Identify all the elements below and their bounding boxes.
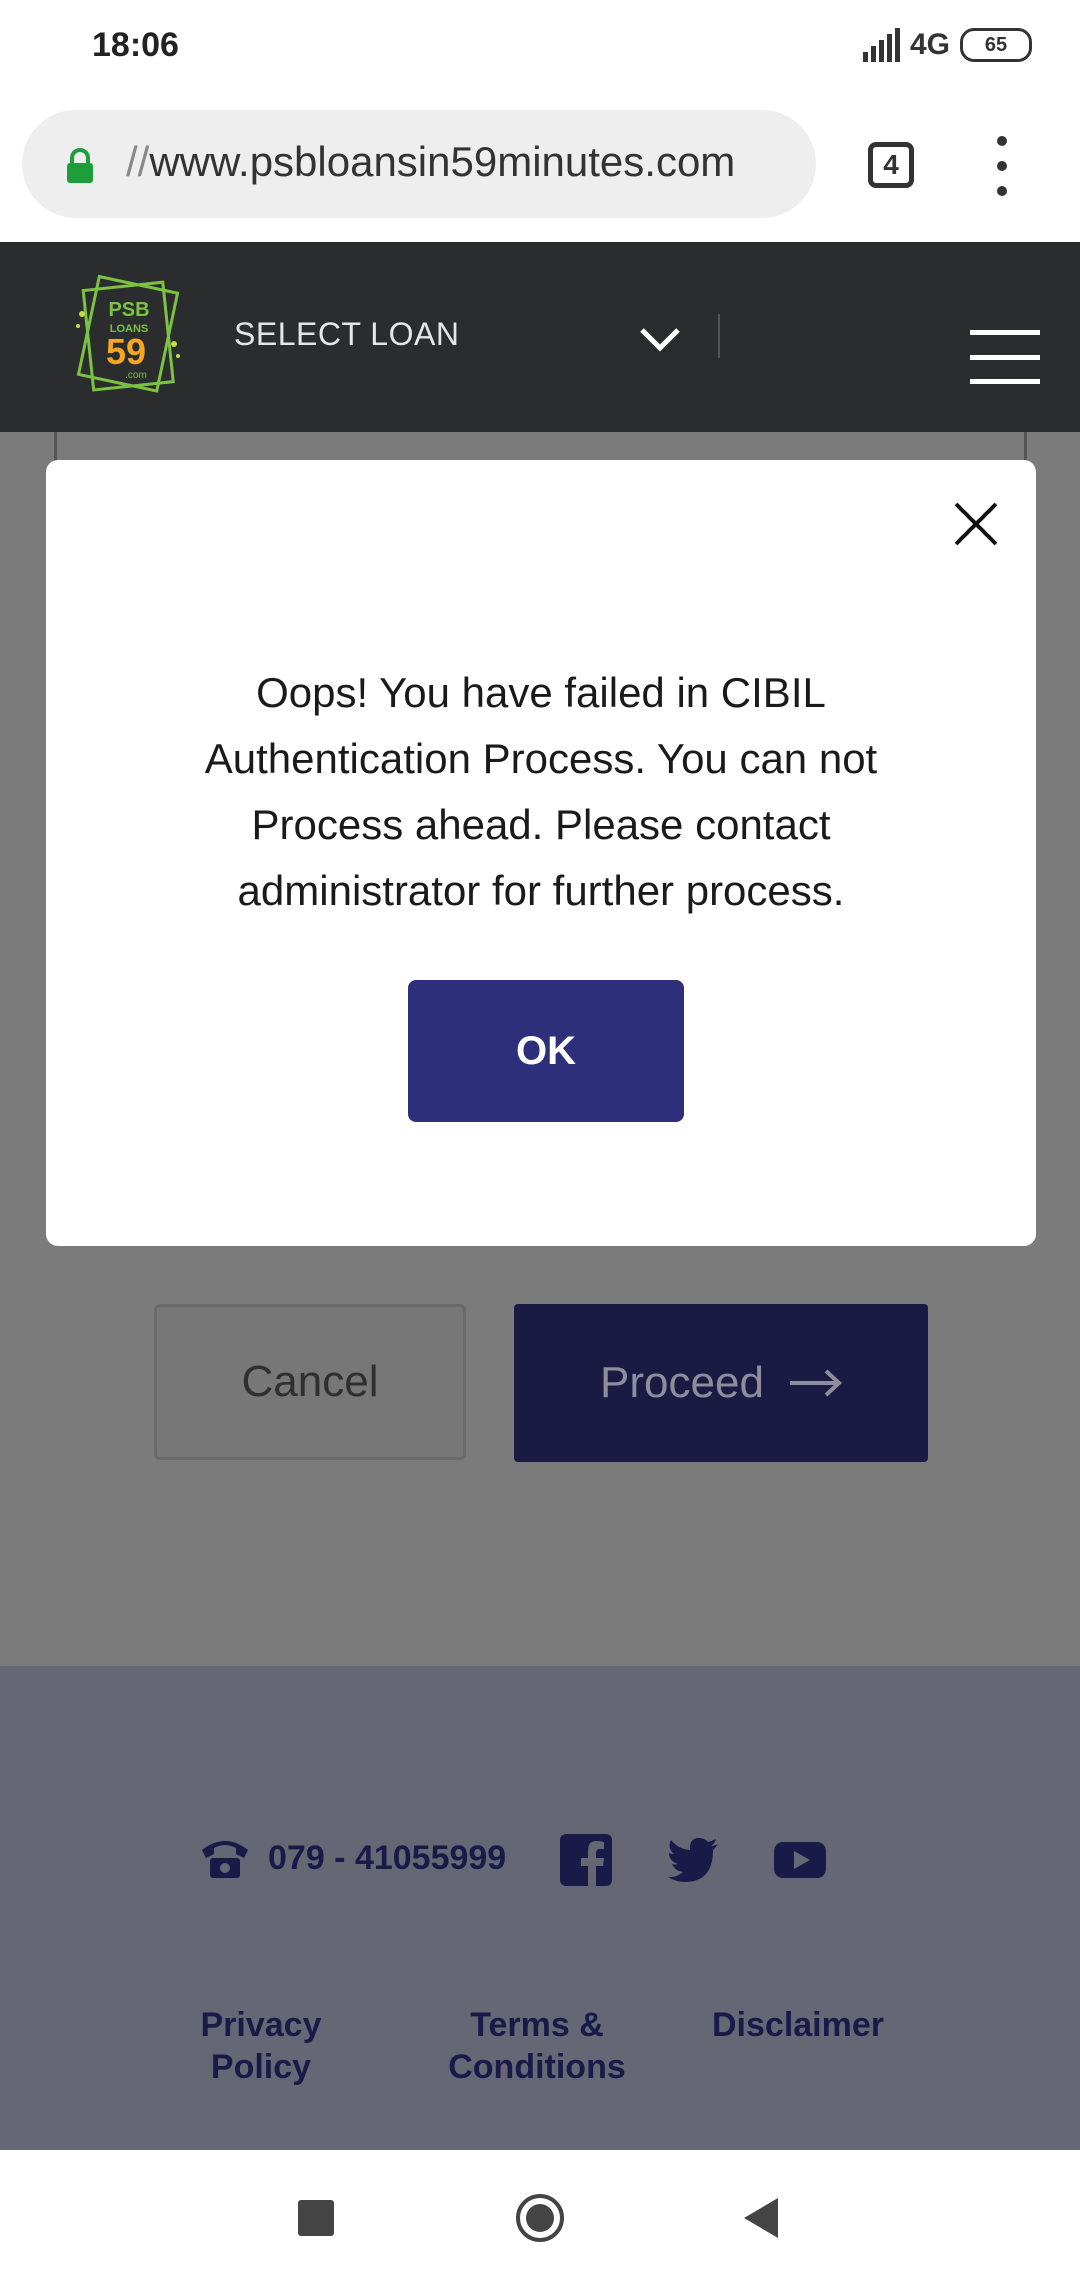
logo-suffix: .com bbox=[125, 370, 147, 381]
proceed-label: Proceed bbox=[600, 1358, 764, 1407]
telephone-icon bbox=[202, 1841, 248, 1878]
chevron-down-icon[interactable] bbox=[638, 324, 682, 354]
select-loan-dropdown[interactable]: SELECT LOAN bbox=[234, 316, 459, 353]
phone-number: 079 - 41055999 bbox=[268, 1838, 507, 1877]
error-dialog: Oops! You have failed in CIBIL Authentic… bbox=[46, 460, 1036, 1246]
back-button[interactable] bbox=[744, 2198, 778, 2238]
address-bar[interactable]: //www.psbloansin59minutes.com bbox=[22, 110, 816, 218]
phone-contact[interactable]: 079 - 41055999 bbox=[198, 1836, 506, 1880]
facebook-icon[interactable] bbox=[558, 1832, 614, 1888]
url-text[interactable]: //www.psbloansin59minutes.com bbox=[126, 138, 735, 186]
battery-level: 65 bbox=[984, 33, 1008, 56]
logo-psb: PSB bbox=[108, 299, 149, 321]
youtube-icon[interactable] bbox=[772, 1832, 828, 1888]
form-card-edge bbox=[54, 432, 57, 462]
battery-icon: 65 bbox=[960, 28, 1032, 62]
recents-button[interactable] bbox=[298, 2200, 334, 2236]
proceed-button[interactable]: Proceed bbox=[514, 1304, 928, 1462]
browser-toolbar: //www.psbloansin59minutes.com 4 bbox=[0, 96, 1080, 242]
status-time: 18:06 bbox=[92, 26, 179, 64]
twitter-icon[interactable] bbox=[666, 1832, 722, 1888]
lock-icon bbox=[67, 148, 93, 183]
psb-loans-logo[interactable]: PSB LOANS 59 .com bbox=[74, 274, 184, 396]
signal-icon bbox=[862, 28, 900, 62]
url-prefix: // bbox=[126, 138, 150, 185]
form-card-edge bbox=[1024, 432, 1027, 462]
arrow-right-icon bbox=[789, 1369, 842, 1397]
header-divider bbox=[718, 314, 720, 358]
site-footer: 079 - 41055999 Privacy Policy Terms & Co… bbox=[0, 1666, 1080, 2150]
status-bar: 18:06 4G 65 bbox=[0, 0, 1080, 96]
system-nav-bar bbox=[0, 2150, 1080, 2280]
error-message: Oops! You have failed in CIBIL Authentic… bbox=[204, 669, 878, 914]
status-indicators: 4G 65 bbox=[862, 28, 1032, 62]
cancel-button[interactable]: Cancel bbox=[154, 1304, 466, 1460]
hamburger-menu-icon[interactable] bbox=[970, 330, 1040, 384]
url-host: www.psbloansin59minutes.com bbox=[149, 138, 736, 185]
home-button[interactable] bbox=[516, 2194, 564, 2242]
privacy-policy-link[interactable]: Privacy Policy bbox=[186, 2004, 336, 2088]
site-header: PSB LOANS 59 .com SELECT LOAN bbox=[0, 242, 1080, 432]
close-icon[interactable] bbox=[950, 498, 1002, 550]
browser-menu-icon[interactable] bbox=[990, 136, 1014, 196]
ok-button[interactable]: OK bbox=[408, 980, 684, 1122]
network-type: 4G bbox=[909, 28, 950, 61]
tab-count: 4 bbox=[883, 149, 899, 180]
terms-conditions-link[interactable]: Terms & Conditions bbox=[430, 2004, 644, 2088]
tab-switcher-button[interactable]: 4 bbox=[868, 142, 914, 188]
disclaimer-link[interactable]: Disclaimer bbox=[704, 2004, 892, 2046]
logo-number: 59 bbox=[106, 331, 146, 372]
